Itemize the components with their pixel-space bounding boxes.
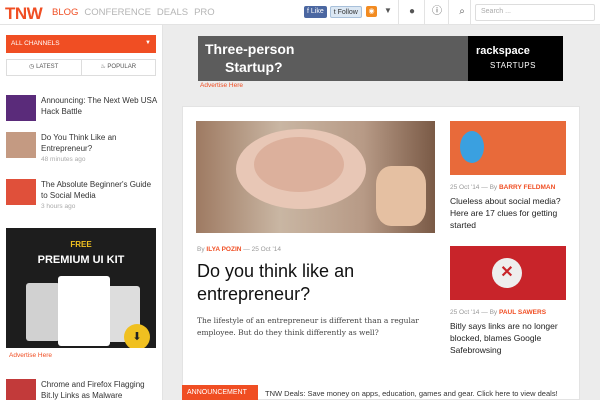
twitter-follow-button[interactable]: t Follow: [329, 6, 362, 18]
banner-ad[interactable]: Three-person Startup? rackspace STARTUPS: [198, 36, 563, 81]
banner-line2: Startup?: [225, 59, 283, 75]
ad-title: PREMIUM UI KIT: [37, 254, 125, 266]
ad-free-label: FREE: [70, 240, 92, 249]
article-thumbnail: [6, 132, 36, 158]
close-icon: ✕: [492, 258, 522, 288]
sidebar-item[interactable]: The Absolute Beginner's Guide to Social …: [6, 179, 156, 215]
divider: [398, 0, 399, 25]
card-title[interactable]: Bitly says links are no longer blocked, …: [450, 320, 570, 356]
rackspace-logo: rackspace STARTUPS: [468, 36, 563, 81]
divider: [470, 0, 471, 25]
chevron-down-icon[interactable]: ▼: [384, 6, 392, 15]
sidebar-item-time: 3 hours ago: [41, 203, 76, 210]
card-title[interactable]: Clueless about social media? Here are 17…: [450, 195, 570, 231]
twitter-follow-label: Follow: [337, 9, 358, 16]
social-buttons: f Like t Follow: [304, 6, 362, 18]
hero-meta: By ILYA POZIN — 25 Oct '14: [197, 246, 281, 253]
chevron-down-icon: ▼: [145, 40, 151, 46]
sidebar-item-title: Announcing: The Next Web USA Hack Battle: [41, 96, 157, 116]
banner-line1: Three-person: [205, 41, 295, 57]
channels-label: ALL CHANNELS: [11, 40, 60, 47]
announcement-label: ANNOUNCEMENT: [182, 385, 258, 400]
hero-date: 25 Oct '14: [251, 246, 282, 253]
card-image[interactable]: ✕: [450, 246, 566, 300]
card-date: 25 Oct '14: [450, 184, 480, 191]
divider: [424, 0, 425, 25]
hero-title[interactable]: Do you think like an entrepreneur?: [197, 260, 427, 306]
dash: —: [481, 184, 490, 191]
rackspace-name: rackspace: [476, 45, 530, 57]
download-icon: ⬇: [124, 324, 150, 348]
card-meta: 25 Oct '14 — By BARRY FELDMAN: [450, 184, 555, 191]
sidebar-item[interactable]: Announcing: The Next Web USA Hack Battle: [6, 95, 157, 131]
user-icon[interactable]: ●: [405, 5, 419, 19]
tnw-logo[interactable]: TNW: [5, 4, 43, 24]
channels-dropdown[interactable]: ALL CHANNELS ▼: [6, 35, 156, 53]
nav-deals[interactable]: DEALS: [157, 7, 188, 18]
tab-popular[interactable]: ♨ POPULAR: [80, 60, 156, 75]
card-image[interactable]: [450, 121, 566, 175]
hero-excerpt: The lifestyle of an entrepreneur is diff…: [197, 316, 419, 337]
sidebar-item-title: Chrome and Firefox Flagging Bit.ly Links…: [41, 380, 145, 400]
main-nav: BLOG CONFERENCE DEALS PRO: [52, 7, 215, 18]
hero-image[interactable]: [196, 121, 435, 233]
article-thumbnail: [6, 179, 36, 205]
sidebar-item[interactable]: Do You Think Like an Entrepreneur? 48 mi…: [6, 132, 156, 168]
nav-blog[interactable]: BLOG: [52, 7, 78, 18]
banner-text: Three-person Startup?: [205, 40, 294, 76]
tab-latest-label: LATEST: [36, 64, 59, 70]
card-meta: 25 Oct '14 — By PAUL SAWERS: [450, 309, 546, 316]
by-label: By: [489, 309, 498, 316]
sidebar-ad[interactable]: FREE PREMIUM UI KIT ⬇: [6, 228, 156, 348]
facebook-like-button[interactable]: f Like: [304, 6, 327, 18]
divider: [448, 0, 449, 25]
sidebar-item-title: Do You Think Like an Entrepreneur?: [41, 133, 117, 153]
by-label: By: [197, 246, 205, 253]
info-icon[interactable]: ⓘ: [430, 5, 444, 19]
sidebar: ALL CHANNELS ▼ ◷ LATEST ♨ POPULAR Announ…: [0, 25, 163, 400]
search-icon[interactable]: ⌕: [455, 5, 469, 19]
by-label: By: [489, 184, 498, 191]
sidebar-tabs: ◷ LATEST ♨ POPULAR: [6, 59, 156, 76]
hero-author[interactable]: ILYA POZIN: [206, 246, 241, 253]
advertise-link[interactable]: Advertise Here: [200, 82, 243, 89]
card-date: 25 Oct '14: [450, 309, 480, 316]
ad-screen-image: [26, 283, 60, 341]
tab-latest[interactable]: ◷ LATEST: [7, 60, 81, 75]
nav-pro[interactable]: PRO: [194, 7, 215, 18]
ad-screen-image: [58, 276, 110, 346]
article-thumbnail: [6, 95, 36, 121]
dash: —: [481, 309, 490, 316]
bird-icon: [460, 131, 484, 163]
sidebar-item-title: The Absolute Beginner's Guide to Social …: [41, 180, 152, 200]
brain-image: [254, 137, 344, 192]
card-author[interactable]: PAUL SAWERS: [499, 309, 546, 316]
announcement-text[interactable]: TNW Deals: Save money on apps, education…: [265, 389, 558, 398]
card-author[interactable]: BARRY FELDMAN: [499, 184, 555, 191]
sidebar-item[interactable]: Chrome and Firefox Flagging Bit.ly Links…: [6, 379, 156, 400]
advertise-link[interactable]: Advertise Here: [9, 352, 52, 359]
facebook-like-label: Like: [310, 8, 324, 15]
nav-conference[interactable]: CONFERENCE: [84, 7, 151, 18]
sidebar-item-time: 48 minutes ago: [41, 156, 86, 163]
tab-popular-label: POPULAR: [107, 64, 137, 70]
dash: —: [243, 246, 252, 253]
top-bar: TNW BLOG CONFERENCE DEALS PRO f Like t F…: [0, 0, 600, 25]
hand-image: [376, 166, 426, 226]
article-thumbnail: [6, 379, 36, 400]
rackspace-sub: STARTUPS: [490, 61, 536, 70]
search-input[interactable]: Search ...: [475, 4, 595, 21]
rss-icon[interactable]: ◉: [366, 6, 377, 17]
